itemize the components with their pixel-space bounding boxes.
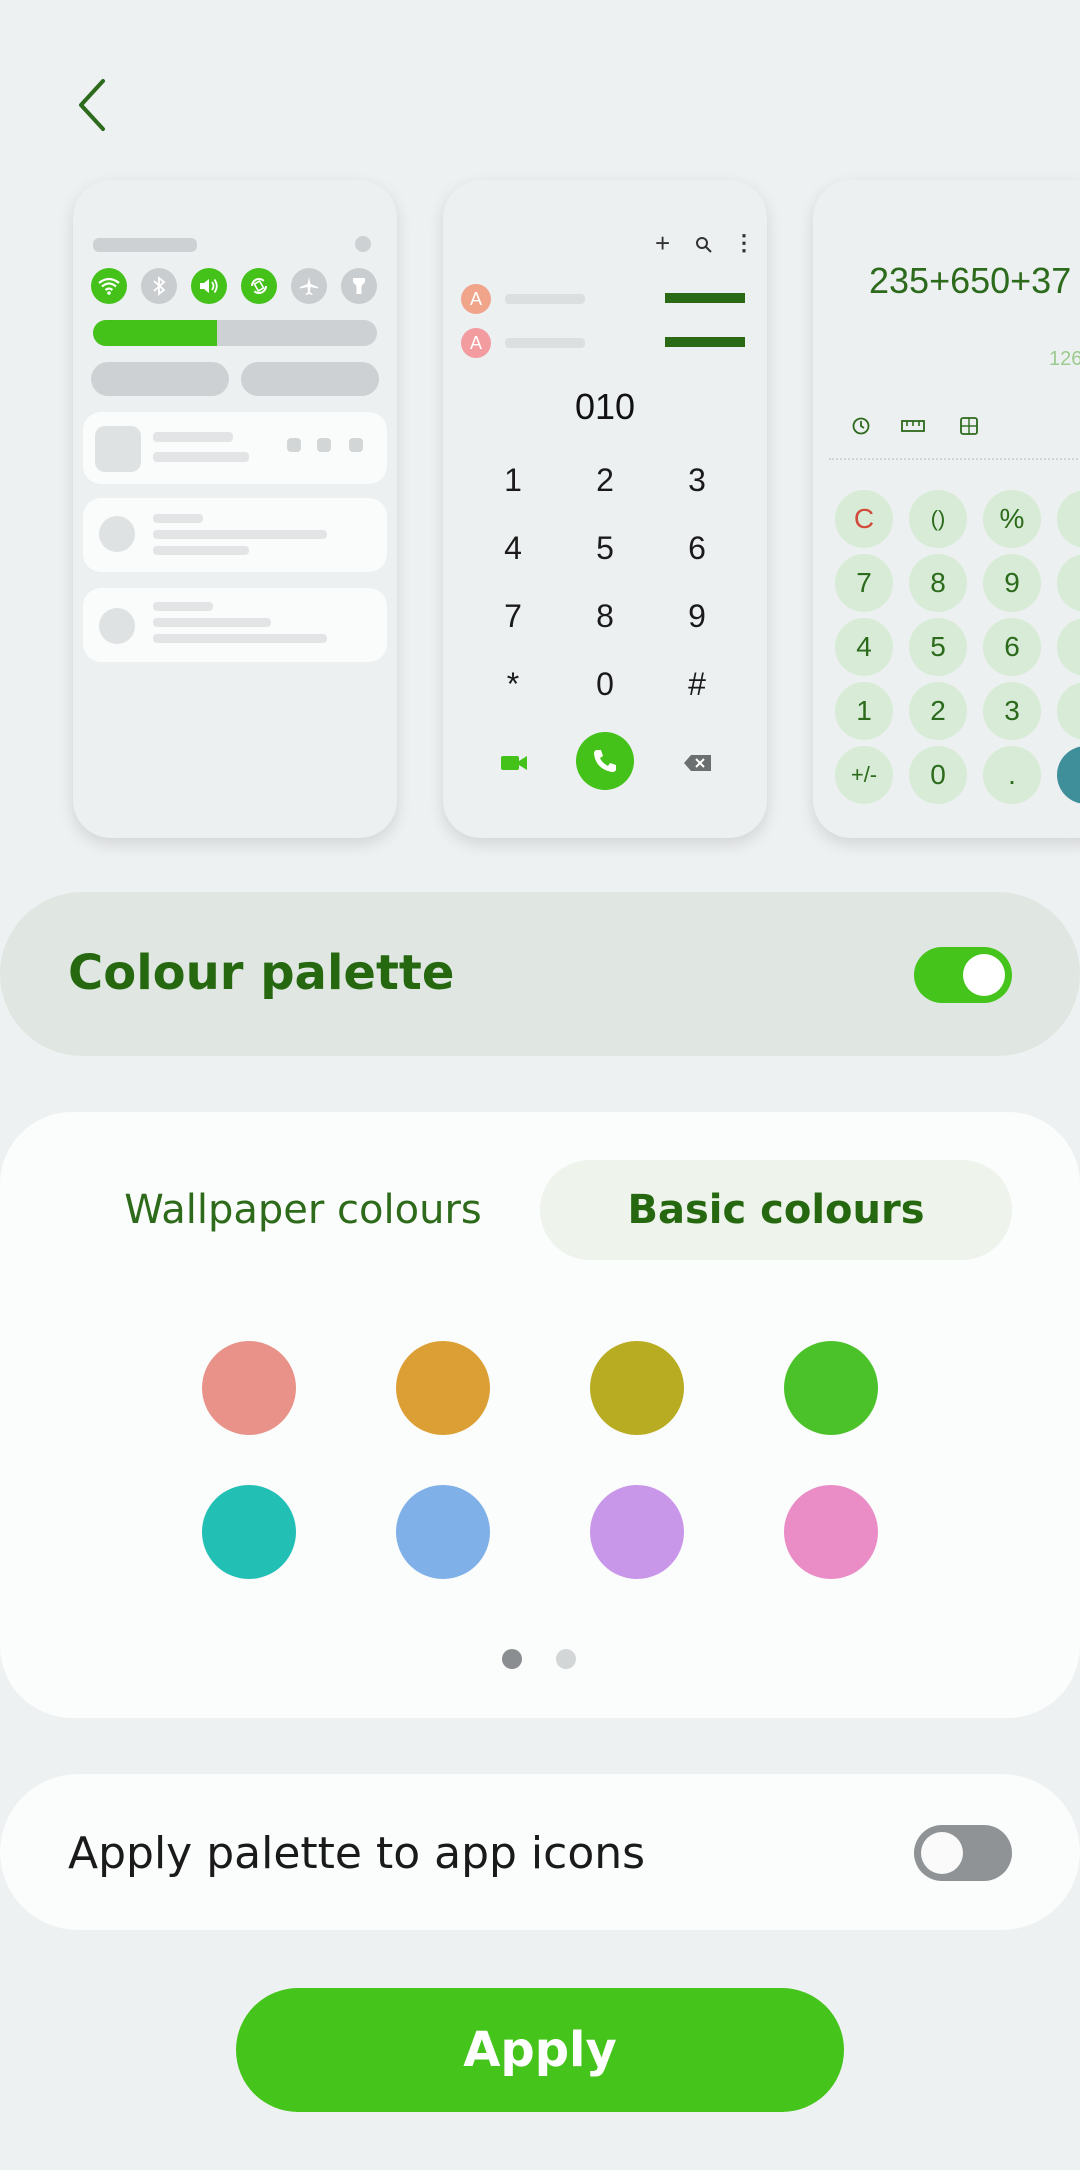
history-icon [852, 417, 870, 435]
calc-key: C [835, 490, 893, 548]
dial-key: 4 [504, 530, 522, 566]
dial-key: 3 [688, 462, 706, 498]
apply-button[interactable]: Apply [236, 1988, 844, 2112]
dialer-preview[interactable]: + ⋮ A A 010 1 2 3 4 5 6 7 8 9 * 0 # [443, 180, 767, 838]
calc-key: % [983, 490, 1041, 548]
calc-key [1057, 682, 1080, 740]
colour-palette-title: Colour palette [68, 945, 455, 1001]
equals-key [1057, 746, 1080, 804]
quick-panel-preview[interactable] [73, 180, 397, 838]
media-player-card [83, 412, 387, 484]
colour-swatch[interactable] [202, 1341, 296, 1435]
dial-key: 1 [504, 462, 522, 498]
calc-key: 8 [909, 554, 967, 612]
colour-swatch[interactable] [590, 1485, 684, 1579]
toggle-knob [963, 954, 1005, 996]
bluetooth-icon [141, 268, 177, 304]
more-options-icon: ⋮ [733, 230, 755, 255]
preview-pill [91, 362, 229, 396]
colour-swatch[interactable] [202, 1485, 296, 1579]
contact-avatar: A [461, 284, 491, 314]
dial-key: 9 [688, 598, 706, 634]
flashlight-icon [341, 268, 377, 304]
colour-palette-toggle[interactable] [914, 947, 1012, 1003]
apply-icons-toggle[interactable] [914, 1825, 1012, 1881]
back-button[interactable] [62, 70, 122, 140]
preview-pill [241, 362, 379, 396]
calc-expression: 235+650+37 [869, 260, 1072, 301]
calc-key: +/- [835, 746, 893, 804]
dial-key: 0 [596, 666, 614, 702]
calc-key: 3 [983, 682, 1041, 740]
colour-swatch[interactable] [396, 1485, 490, 1579]
calc-key: . [983, 746, 1041, 804]
colour-swatch[interactable] [590, 1341, 684, 1435]
calc-key: 2 [909, 682, 967, 740]
preview-line [93, 238, 197, 252]
calc-key: 6 [983, 618, 1041, 676]
search-icon [696, 237, 712, 253]
toggle-knob [921, 1832, 963, 1874]
preview-line [665, 293, 745, 303]
apply-icons-label: Apply palette to app icons [68, 1828, 646, 1879]
calc-key: 5 [909, 618, 967, 676]
divider [829, 458, 1080, 460]
airplane-icon [291, 268, 327, 304]
calc-key [1057, 618, 1080, 676]
call-button [576, 732, 634, 790]
notification-card [83, 588, 387, 662]
video-call-icon [501, 756, 527, 770]
colour-swatch[interactable] [784, 1341, 878, 1435]
dial-key: 8 [596, 598, 614, 634]
calculator-preview[interactable]: 235+650+37 126 C () % 7 8 9 4 5 6 1 2 3 … [813, 180, 1080, 838]
auto-rotate-icon [241, 268, 277, 304]
colour-swatch[interactable] [784, 1485, 878, 1579]
scientific-icon [960, 417, 978, 435]
contact-avatar: A [461, 328, 491, 358]
sound-icon [191, 268, 227, 304]
page-indicator[interactable] [556, 1649, 576, 1669]
add-icon: + [655, 228, 671, 258]
dial-key: # [688, 666, 706, 702]
preview-line [665, 337, 745, 347]
calc-key: 7 [835, 554, 893, 612]
wifi-icon [91, 268, 127, 304]
settings-icon [355, 236, 371, 252]
calc-key [1057, 490, 1080, 548]
dial-key: 2 [596, 462, 614, 498]
calc-key: 1 [835, 682, 893, 740]
phone-icon [594, 750, 616, 772]
colour-swatch[interactable] [396, 1341, 490, 1435]
calc-result: 126 [1049, 348, 1080, 370]
tab-basic-colours[interactable]: Basic colours [540, 1160, 1012, 1260]
dialed-number: 010 [574, 386, 636, 427]
tab-wallpaper-colours[interactable]: Wallpaper colours [68, 1160, 538, 1260]
brightness-slider [93, 320, 377, 346]
dial-key: 5 [596, 530, 614, 566]
preview-line [505, 338, 585, 348]
dial-key: 6 [688, 530, 706, 566]
backspace-icon [684, 755, 711, 771]
dial-key: 7 [504, 598, 522, 634]
ruler-icon [901, 420, 925, 432]
calc-key: 9 [983, 554, 1041, 612]
calc-key: 0 [909, 746, 967, 804]
chevron-left-icon [79, 79, 105, 131]
calc-key [1057, 554, 1080, 612]
calc-key: 4 [835, 618, 893, 676]
preview-line [505, 294, 585, 304]
page-indicator-active[interactable] [502, 1649, 522, 1669]
calc-key: () [909, 490, 967, 548]
dial-key: * [506, 666, 520, 702]
notification-card [83, 498, 387, 572]
